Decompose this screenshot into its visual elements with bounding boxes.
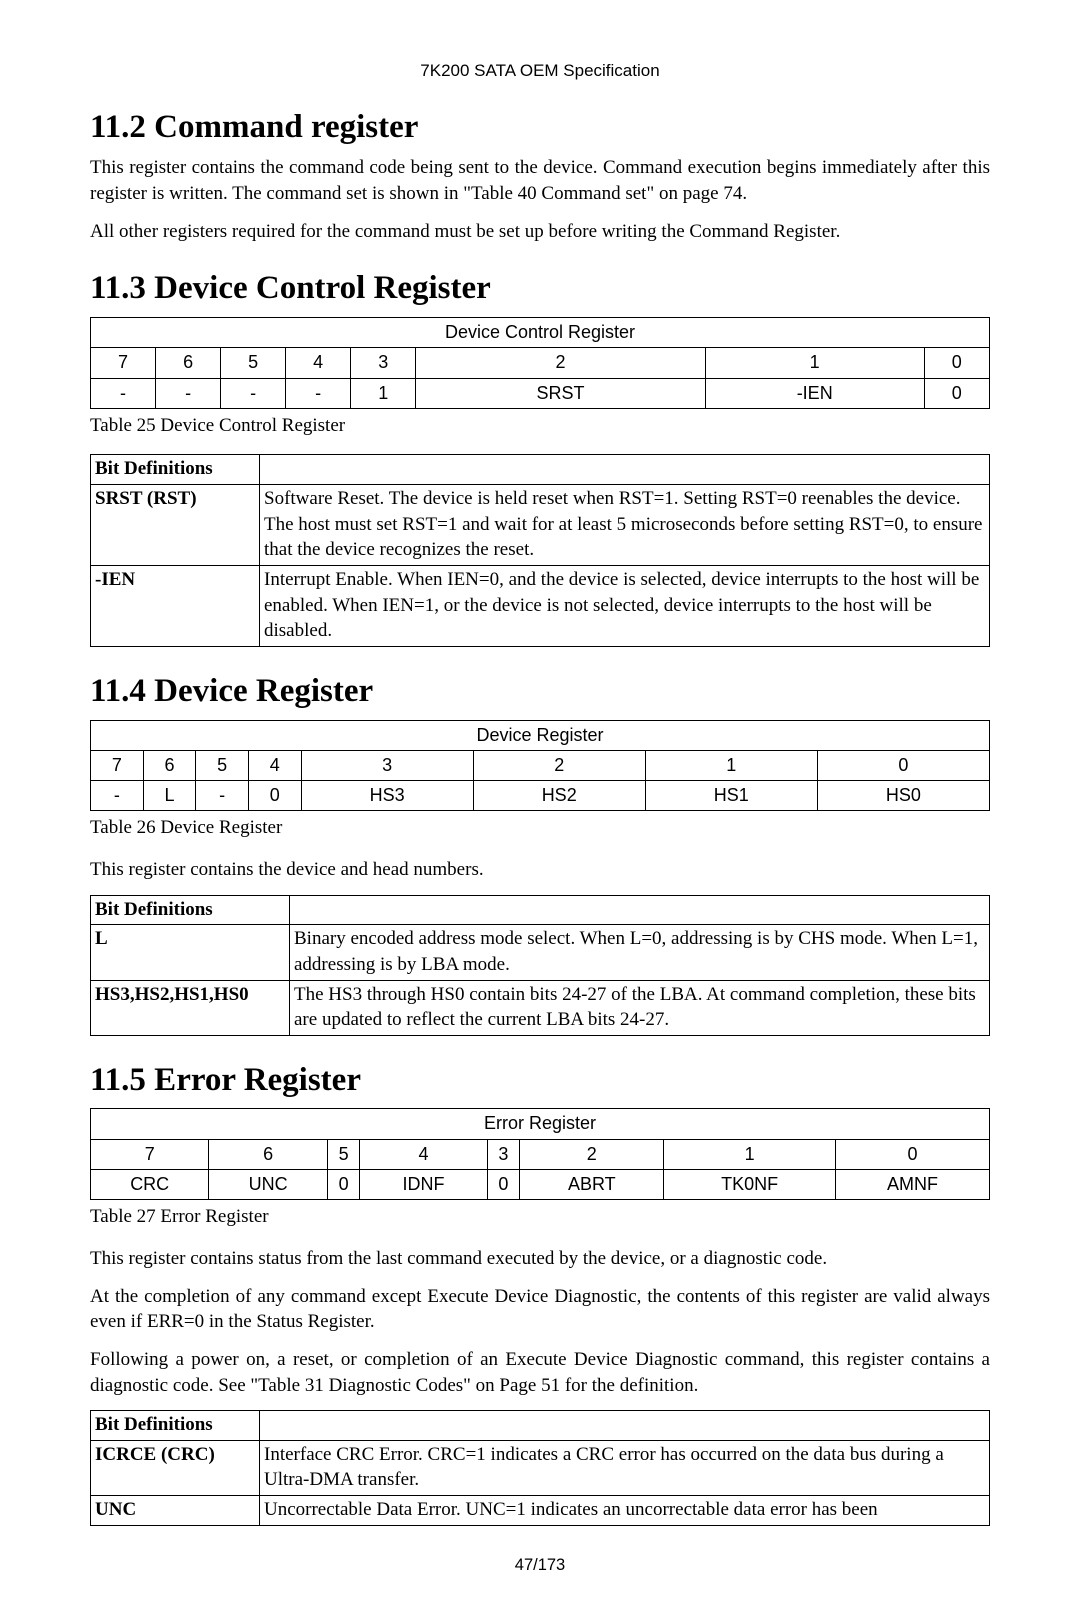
- doc-header: 7K200 SATA OEM Specification: [90, 60, 990, 83]
- bit-index-row: 76543210: [91, 1139, 990, 1169]
- bitdef-desc: Interface CRC Error. CRC=1 indicates a C…: [260, 1440, 990, 1495]
- table-25-caption: Table 25 Device Control Register: [90, 413, 990, 439]
- device-control-bitdef-table: Bit Definitions SRST (RST)Software Reset…: [90, 454, 990, 646]
- bit-value-row: ----1SRST-IEN0: [91, 378, 990, 408]
- table-26-caption: Table 26 Device Register: [90, 815, 990, 841]
- section-11-2-p1: This register contains the command code …: [90, 155, 990, 206]
- table-title: Device Control Register: [91, 317, 990, 347]
- section-11-2-p2: All other registers required for the com…: [90, 219, 990, 245]
- error-register-table: Error Register 76543210 CRCUNC0IDNF0ABRT…: [90, 1108, 990, 1200]
- section-11-5-p2: At the completion of any command except …: [90, 1284, 990, 1335]
- bitdef-label: SRST (RST): [91, 485, 260, 566]
- bit-value-row: -L-0HS3HS2HS1HS0: [91, 781, 990, 811]
- section-11-5-heading: 11.5 Error Register: [90, 1058, 990, 1103]
- bitdef-label: UNC: [91, 1496, 260, 1526]
- section-11-4-heading: 11.4 Device Register: [90, 669, 990, 714]
- bit-value-row: CRCUNC0IDNF0ABRTTK0NFAMNF: [91, 1170, 990, 1200]
- table-title: Error Register: [91, 1109, 990, 1139]
- bitdef-label: -IEN: [91, 566, 260, 647]
- bitdef-header: Bit Definitions: [91, 455, 260, 485]
- page-number: 47/173: [90, 1554, 990, 1576]
- device-register-table: Device Register 76543210 -L-0HS3HS2HS1HS…: [90, 720, 990, 812]
- bitdef-label: ICRCE (CRC): [91, 1440, 260, 1495]
- bitdef-header: Bit Definitions: [91, 895, 290, 925]
- table-27-caption: Table 27 Error Register: [90, 1204, 990, 1230]
- bitdef-desc: Interrupt Enable. When IEN=0, and the de…: [260, 566, 990, 647]
- bitdef-desc: Uncorrectable Data Error. UNC=1 indicate…: [260, 1496, 990, 1526]
- bitdef-desc: Binary encoded address mode select. When…: [290, 925, 990, 980]
- section-11-4-intro: This register contains the device and he…: [90, 857, 990, 883]
- bit-index-row: 76543210: [91, 750, 990, 780]
- bit-index-row: 76543210: [91, 348, 990, 378]
- bitdef-label: HS3,HS2,HS1,HS0: [91, 980, 290, 1035]
- device-register-bitdef-table: Bit Definitions LBinary encoded address …: [90, 895, 990, 1036]
- error-register-bitdef-table: Bit Definitions ICRCE (CRC)Interface CRC…: [90, 1410, 990, 1526]
- device-control-register-table: Device Control Register 76543210 ----1SR…: [90, 317, 990, 409]
- bitdef-desc: Software Reset. The device is held reset…: [260, 485, 990, 566]
- section-11-5-p3: Following a power on, a reset, or comple…: [90, 1347, 990, 1398]
- section-11-5-p1: This register contains status from the l…: [90, 1246, 990, 1272]
- table-title: Device Register: [91, 720, 990, 750]
- section-11-2-heading: 11.2 Command register: [90, 105, 990, 150]
- bitdef-desc: The HS3 through HS0 contain bits 24-27 o…: [290, 980, 990, 1035]
- bitdef-label: L: [91, 925, 290, 980]
- section-11-3-heading: 11.3 Device Control Register: [90, 266, 990, 311]
- bitdef-header: Bit Definitions: [91, 1411, 260, 1441]
